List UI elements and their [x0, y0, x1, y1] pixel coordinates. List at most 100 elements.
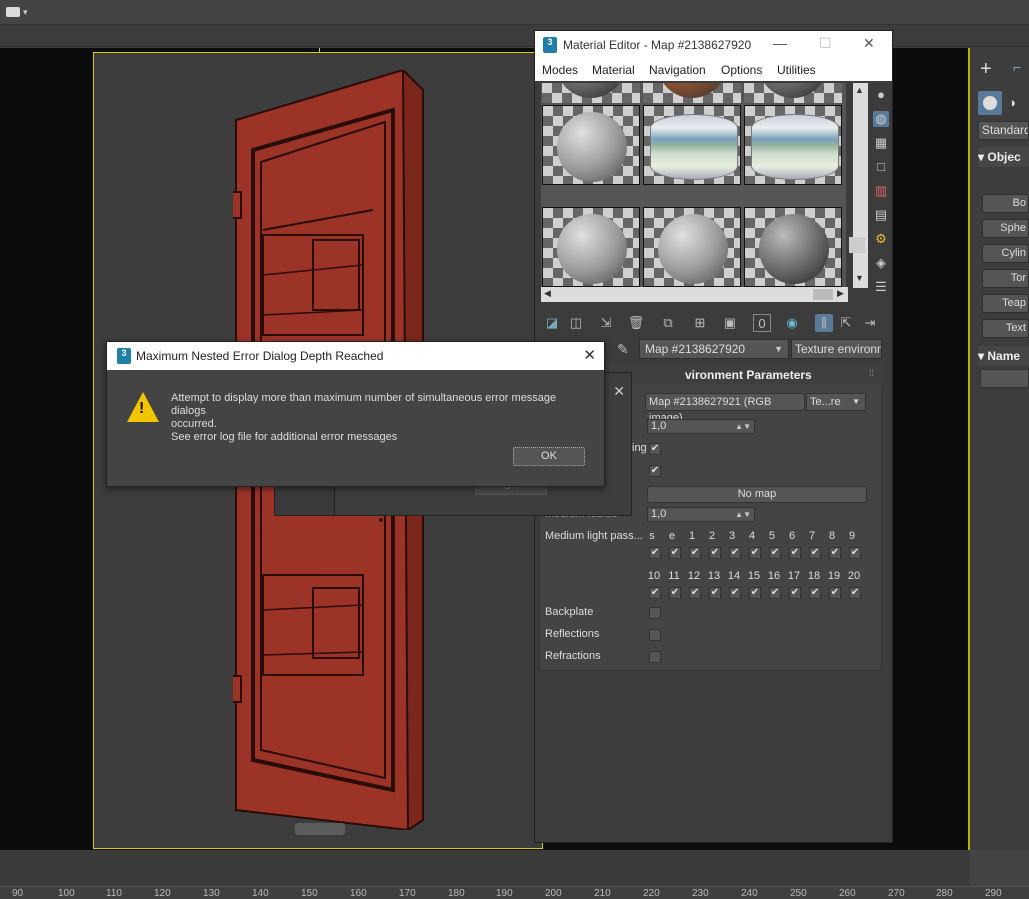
pass-checkbox[interactable]: ✔: [689, 587, 701, 599]
pass-checkbox[interactable]: ✔: [809, 547, 821, 559]
menu-material[interactable]: Material: [592, 63, 635, 77]
pass-checkbox[interactable]: ✔: [829, 587, 841, 599]
sample-slot[interactable]: [542, 83, 640, 103]
pass-checkbox[interactable]: ✔: [789, 587, 801, 599]
minimize-icon[interactable]: —: [773, 35, 787, 51]
pass-checkbox[interactable]: ✔: [769, 587, 781, 599]
sample-slot[interactable]: [643, 83, 741, 103]
put-to-library-icon[interactable]: ⊞: [691, 314, 709, 332]
slots-horizontal-scrollbar[interactable]: ◀ ▶: [541, 287, 848, 302]
background-checker-icon[interactable]: ▦: [873, 135, 889, 151]
put-to-scene-icon[interactable]: ◫: [567, 314, 585, 332]
viewport-scrub-handle[interactable]: [295, 823, 345, 835]
close-icon[interactable]: ✕: [583, 346, 596, 364]
pass-checkbox[interactable]: ✔: [829, 547, 841, 559]
map-mode-dropdown[interactable]: Te...re ▼: [806, 393, 866, 411]
name-color-rollout-header[interactable]: ▾ Name: [978, 346, 1029, 366]
pass-checkbox[interactable]: ✔: [769, 547, 781, 559]
options-icon[interactable]: ⚙: [873, 231, 889, 247]
no-map-button[interactable]: No map: [647, 486, 867, 503]
error-dialog-titlebar[interactable]: 3 Maximum Nested Error Dialog Depth Reac…: [107, 342, 604, 370]
box-button[interactable]: Bo: [982, 194, 1029, 213]
maximize-icon[interactable]: ☐: [819, 35, 832, 52]
close-icon[interactable]: ✕: [863, 35, 875, 52]
cylinder-button[interactable]: Cylin: [982, 244, 1029, 263]
scroll-left-icon[interactable]: ◀: [544, 288, 551, 299]
object-type-dropdown[interactable]: Standard: [978, 121, 1029, 140]
menu-toggle-icon[interactable]: [6, 7, 20, 17]
modify-tab-icon[interactable]: ⌐: [1013, 59, 1029, 79]
show-shaded-material-icon[interactable]: ◉: [783, 314, 801, 332]
sample-uv-tiling-icon[interactable]: □: [873, 159, 889, 175]
video-color-check-icon[interactable]: ▥: [873, 183, 889, 199]
multiplier-spinner[interactable]: 1,0 ▲▼: [647, 419, 755, 434]
material-id-channel-icon[interactable]: ▣: [721, 314, 739, 332]
scroll-thumb[interactable]: [813, 289, 833, 300]
refractions-checkbox[interactable]: [649, 651, 661, 663]
pass-checkbox[interactable]: ✔: [649, 547, 661, 559]
chevron-down-icon[interactable]: ▾: [23, 7, 28, 18]
material-id-icon[interactable]: 0: [753, 314, 771, 332]
textplus-button[interactable]: Text: [982, 319, 1029, 338]
get-material-icon[interactable]: ◪: [543, 314, 561, 332]
reset-map-icon[interactable]: 🗑: [627, 314, 645, 332]
scroll-down-icon[interactable]: ▼: [855, 273, 864, 283]
scroll-right-icon[interactable]: ▶: [837, 288, 844, 299]
pass-checkbox[interactable]: ✔: [729, 547, 741, 559]
sample-slot-active[interactable]: [744, 105, 842, 185]
shapes-category-icon[interactable]: ◑: [1008, 95, 1016, 110]
assign-to-selection-icon[interactable]: ⇲: [597, 314, 615, 332]
option-checkbox[interactable]: ✔: [649, 443, 661, 455]
material-editor-titlebar[interactable]: 3 Material Editor - Map #2138627920 — ☐ …: [535, 31, 892, 59]
pass-checkbox[interactable]: ✔: [749, 547, 761, 559]
map-name-dropdown[interactable]: Map #2138627920 ▼: [639, 339, 789, 359]
pass-checkbox[interactable]: ✔: [669, 547, 681, 559]
pass-checkbox[interactable]: ✔: [849, 587, 861, 599]
menu-navigation[interactable]: Navigation: [649, 63, 706, 77]
scroll-up-icon[interactable]: ▲: [855, 85, 864, 95]
map-type-button[interactable]: Texture environme: [791, 339, 882, 359]
environment-map-button[interactable]: Map #2138627921 (RGB image): [645, 393, 805, 424]
close-icon[interactable]: ✕: [613, 383, 625, 400]
teapot-button[interactable]: Teap: [982, 294, 1029, 313]
sample-slot[interactable]: [744, 83, 842, 103]
pass-checkbox[interactable]: ✔: [789, 547, 801, 559]
pass-checkbox[interactable]: ✔: [809, 587, 821, 599]
pass-checkbox[interactable]: ✔: [749, 587, 761, 599]
backplate-checkbox[interactable]: [649, 607, 661, 619]
pick-material-eyedropper-icon[interactable]: ✎: [617, 341, 629, 358]
swatch-icon[interactable]: [849, 237, 865, 253]
pass-checkbox[interactable]: ✔: [689, 547, 701, 559]
sample-slot[interactable]: [643, 207, 741, 287]
sample-type-icon[interactable]: ●: [873, 87, 889, 103]
slots-vertical-scrollbar[interactable]: ▲ ▼: [853, 83, 868, 288]
sample-slot[interactable]: [643, 105, 741, 185]
show-end-result-icon[interactable]: ⫼: [815, 314, 833, 332]
menu-modes[interactable]: Modes: [542, 63, 578, 77]
object-type-rollout-header[interactable]: ▾ Objec: [978, 147, 1029, 167]
select-by-material-icon[interactable]: ◈: [873, 255, 889, 271]
create-tab-icon[interactable]: +: [980, 59, 1002, 79]
pass-checkbox[interactable]: ✔: [649, 587, 661, 599]
pass-checkbox[interactable]: ✔: [849, 547, 861, 559]
medium-radius-spinner[interactable]: 1,0 ▲▼: [647, 507, 755, 522]
menu-options[interactable]: Options: [721, 63, 762, 77]
sample-slot[interactable]: [542, 207, 640, 287]
torus-button[interactable]: Tor: [982, 269, 1029, 288]
make-preview-icon[interactable]: ▤: [873, 207, 889, 223]
pass-checkbox[interactable]: ✔: [669, 587, 681, 599]
backlight-icon[interactable]: ◍: [873, 111, 889, 127]
menu-utilities[interactable]: Utilities: [777, 63, 816, 77]
option-checkbox[interactable]: ✔: [649, 465, 661, 477]
make-unique-icon[interactable]: ⧉: [659, 314, 677, 332]
pass-checkbox[interactable]: ✔: [729, 587, 741, 599]
reflections-checkbox[interactable]: [649, 629, 661, 641]
sample-slot[interactable]: [744, 207, 842, 287]
ok-button[interactable]: OK: [513, 447, 585, 466]
pass-checkbox[interactable]: ✔: [709, 587, 721, 599]
rollout-grip-icon[interactable]: ⁞⁞: [869, 368, 874, 378]
sample-slot[interactable]: [542, 105, 640, 185]
go-forward-sibling-icon[interactable]: ⇥: [861, 314, 879, 332]
geometry-category-icon[interactable]: [978, 91, 1002, 115]
track-ruler[interactable]: 90 100 110 120 130 140 150 160 170 180 1…: [0, 886, 1029, 899]
